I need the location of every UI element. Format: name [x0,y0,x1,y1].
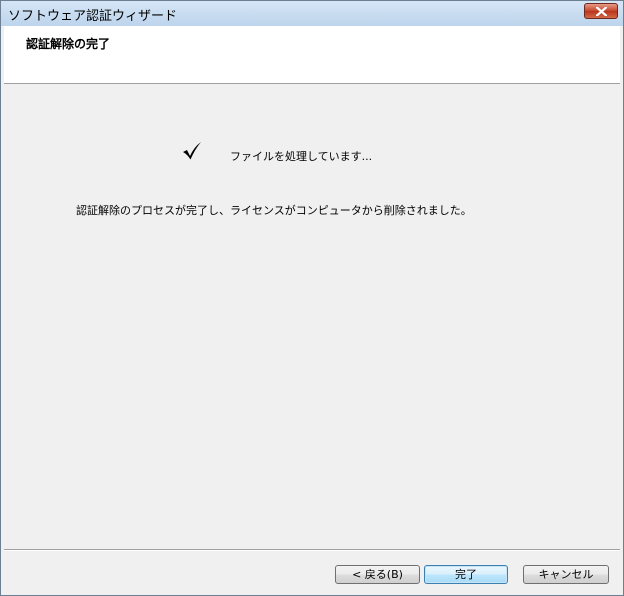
close-icon [596,7,607,16]
checkmark-icon [183,142,201,160]
finish-button[interactable]: 完了 [424,565,508,584]
wizard-header: 認証解除の完了 [4,26,620,84]
wizard-content: ファイルを処理しています... 認証解除のプロセスが完了し、ライセンスがコンピュ… [4,84,620,549]
back-button[interactable]: < 戻る(B) [335,565,420,584]
footer-divider [4,549,620,551]
title-bar[interactable]: ソフトウェア認証ウィザード [1,1,623,26]
wizard-window: ソフトウェア認証ウィザード 認証解除の完了 ファイルを処理しています... 認証… [0,0,624,596]
window-title: ソフトウェア認証ウィザード [8,9,178,24]
page-title: 認証解除の完了 [26,37,111,51]
close-button[interactable] [584,3,618,19]
status-text: ファイルを処理しています... [230,150,373,163]
cancel-button[interactable]: キャンセル [523,565,609,584]
completion-message: 認証解除のプロセスが完了し、ライセンスがコンピュータから削除されました。 [76,204,472,217]
